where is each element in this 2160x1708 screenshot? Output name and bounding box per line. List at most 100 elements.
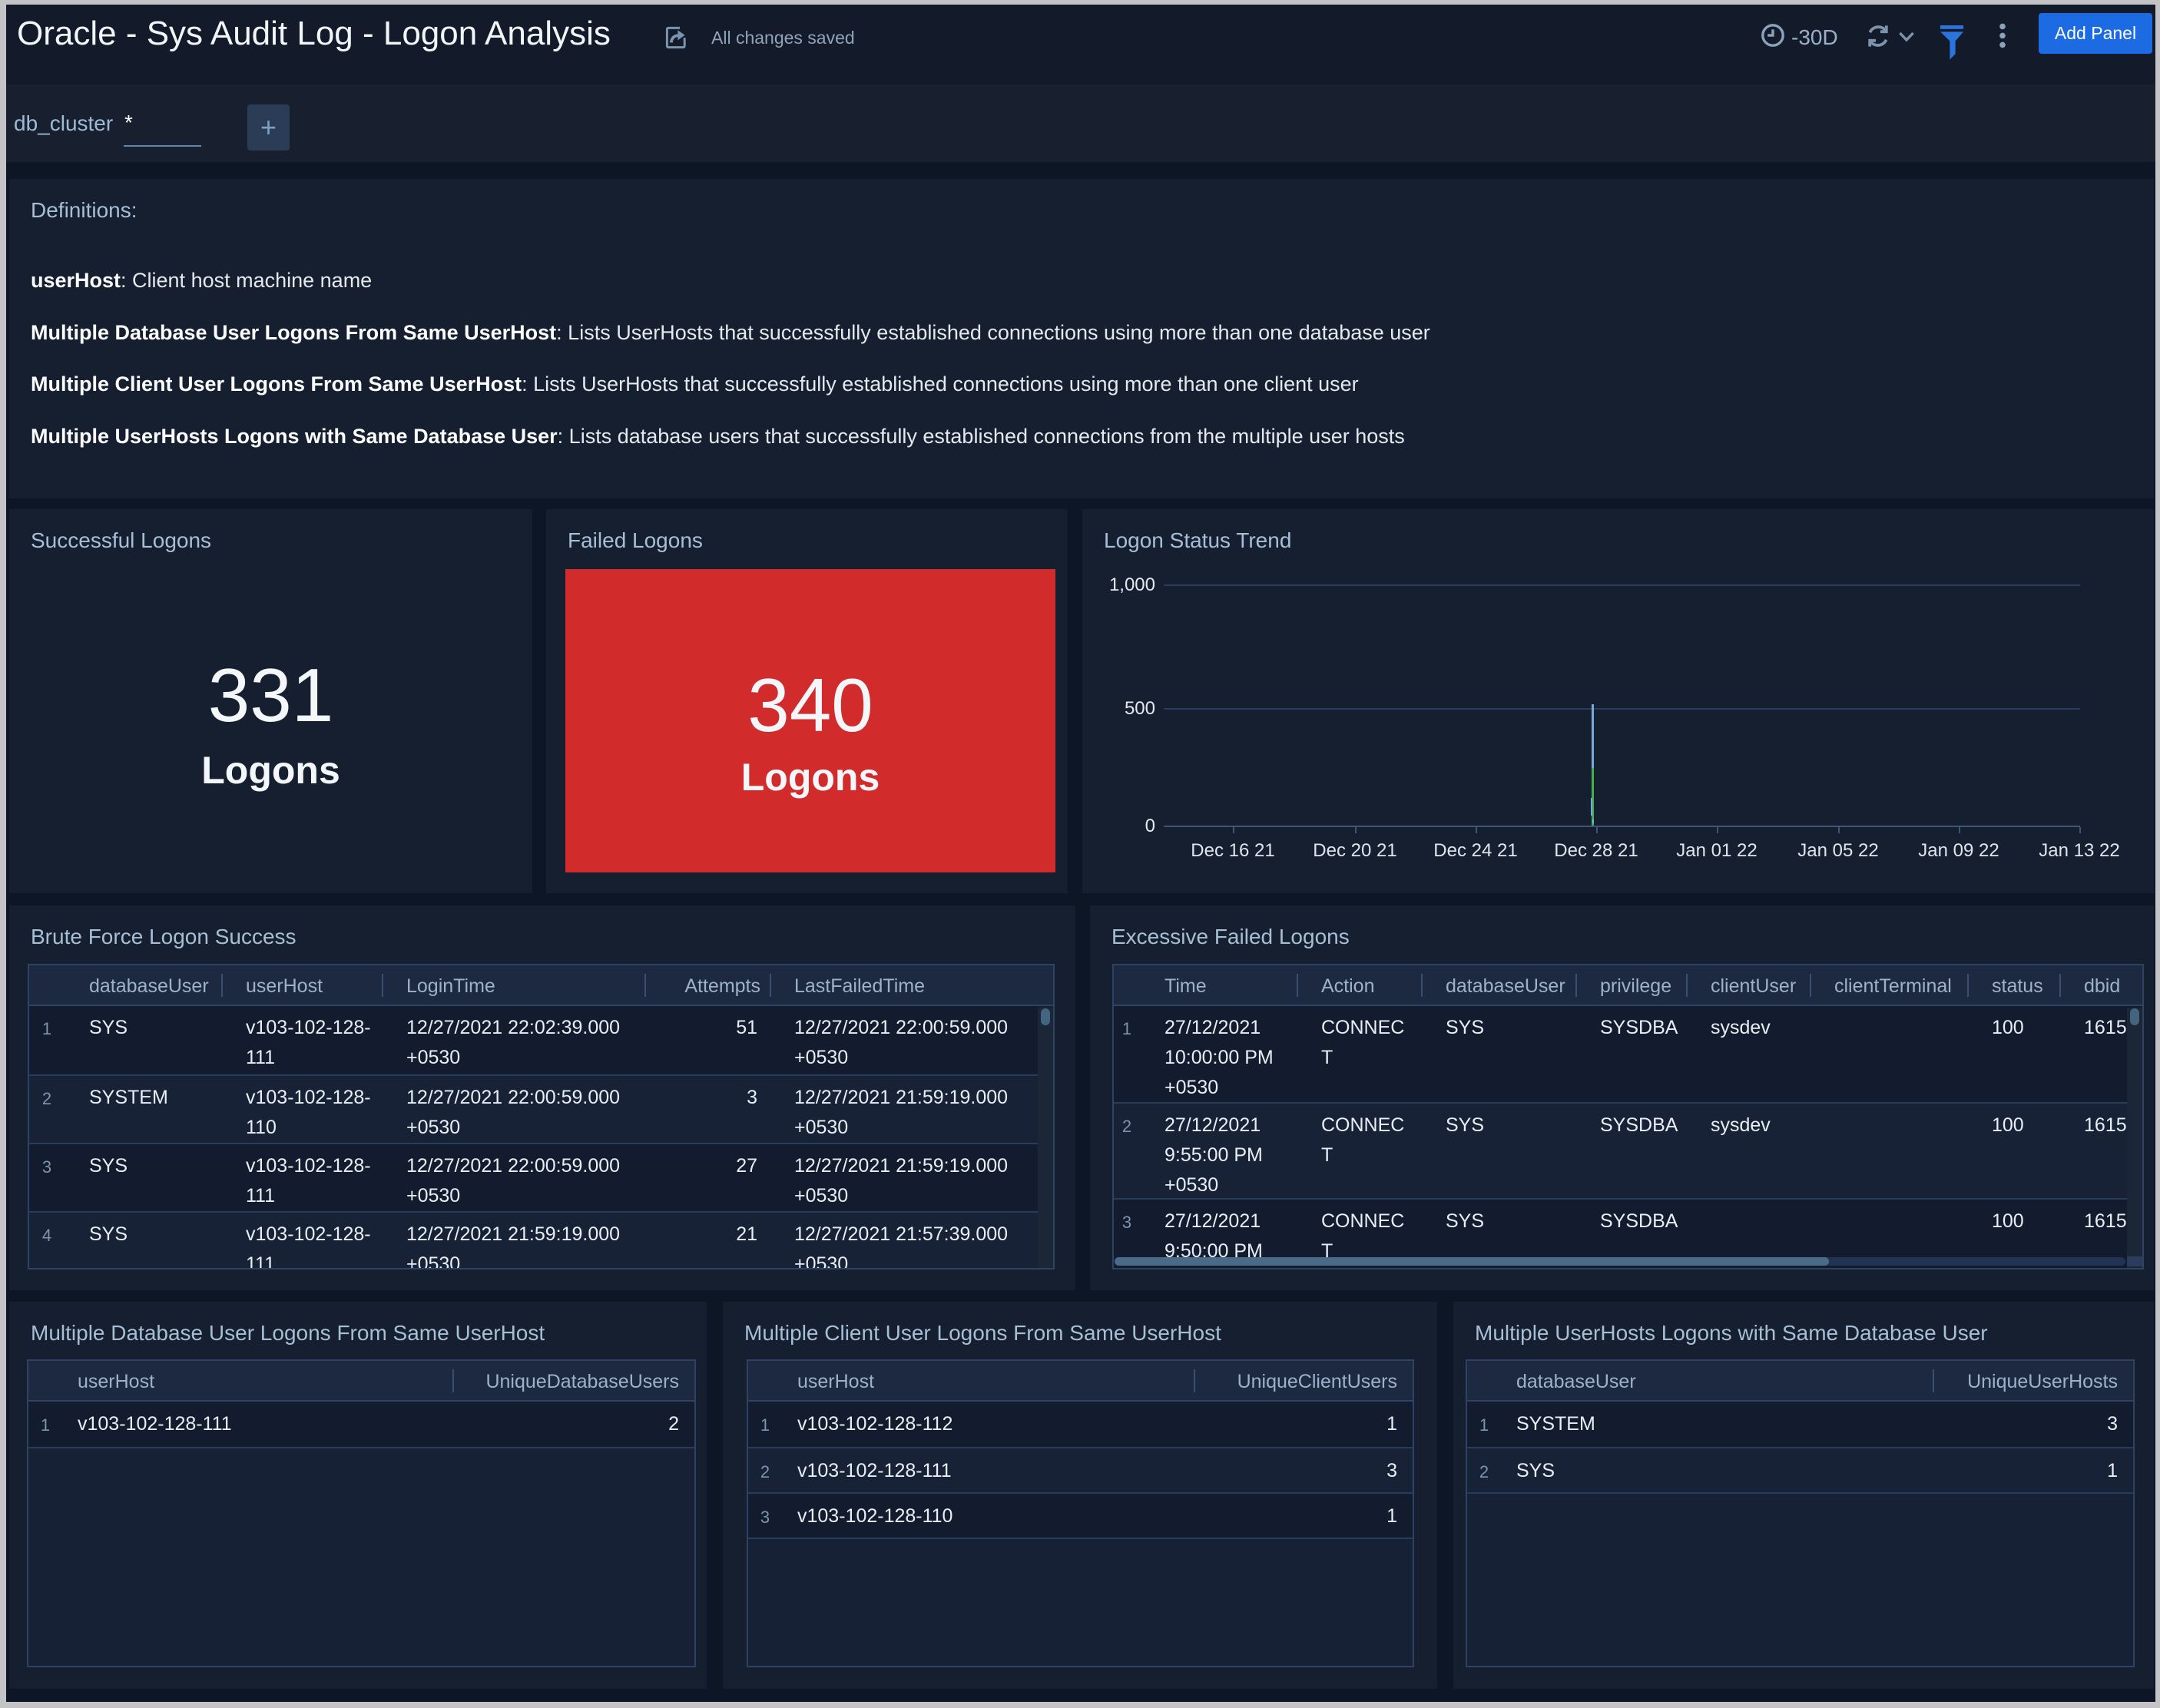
column-header[interactable]: userHost: [782, 1361, 1194, 1400]
column-header[interactable]: UniqueDatabaseUsers: [452, 1361, 694, 1400]
add-filter-button[interactable]: +: [247, 104, 290, 151]
filter-value-input[interactable]: [124, 145, 201, 147]
panel-logon-status-trend: Logon Status Trend 1,000 500 0 Dec 16 21…: [1082, 509, 2154, 893]
x-axis-label: Dec 16 21: [1191, 841, 1274, 861]
x-axis-label: Jan 09 22: [1918, 841, 1999, 861]
column-header[interactable]: LastFailedTime: [770, 965, 1053, 1005]
kebab-menu-icon[interactable]: [1998, 23, 2007, 49]
column-header[interactable]: dbid: [2059, 965, 2144, 1005]
row-index-cell: 1: [1467, 1402, 1501, 1447]
table-cell: 2: [452, 1402, 694, 1447]
row-index-cell: 1: [29, 1006, 65, 1074]
successful-logons-unit: Logons: [9, 750, 532, 790]
panel-title: Successful Logons: [31, 525, 211, 556]
column-header[interactable]: privilege: [1575, 965, 1686, 1005]
filter-icon[interactable]: [1940, 25, 1964, 61]
panel-definitions: Definitions: userHost: Client host machi…: [9, 179, 2154, 498]
column-header[interactable]: Time: [1140, 965, 1297, 1005]
table-row: 1 SYSTEM 3: [1467, 1402, 2133, 1447]
table-row: 3 v103-102-128-110 1: [748, 1492, 1413, 1538]
column-header[interactable]: userHost: [62, 1361, 452, 1400]
definition-desc: : Client host machine name: [121, 269, 372, 292]
table-cell: v103-102-128-111: [221, 1144, 382, 1211]
panel-title: Brute Force Logon Success: [31, 922, 297, 952]
x-tick: [1596, 827, 1598, 833]
table-cell: v103-102-128-110: [782, 1494, 1194, 1538]
column-header[interactable]: databaseUser: [1501, 1361, 1933, 1400]
share-icon[interactable]: [664, 25, 688, 51]
time-range-value[interactable]: -30D: [1791, 27, 1838, 48]
x-axis-label: Dec 24 21: [1433, 841, 1517, 861]
table-cell: 12/27/2021 22:00:59.000 +0530: [382, 1144, 644, 1211]
table-cell: 3: [644, 1076, 770, 1143]
chevron-down-icon[interactable]: [1898, 31, 1915, 43]
definition-desc: : Lists UserHosts that successfully esta…: [556, 321, 1430, 344]
row-index-cell: 3: [29, 1144, 65, 1211]
panel-excessive-failed: Excessive Failed Logons Time Action data…: [1090, 905, 2154, 1290]
failed-logons-alert-box: 340 Logons: [565, 569, 1055, 872]
column-header[interactable]: userHost: [221, 965, 382, 1005]
definition-term: Multiple Database User Logons From Same …: [31, 321, 556, 344]
column-header[interactable]: status: [1967, 965, 2059, 1005]
definition-desc: : Lists UserHosts that successfully esta…: [522, 372, 1359, 396]
table-cell: 12/27/2021 22:02:39.000 +0530: [382, 1006, 644, 1074]
column-header[interactable]: clientUser: [1686, 965, 1810, 1005]
definitions-title: Definitions:: [31, 195, 137, 226]
bar-failed-tiny: [1592, 819, 1594, 823]
table-empty-area: [1467, 1492, 2133, 1667]
column-header[interactable]: UniqueClientUsers: [1194, 1361, 1413, 1400]
x-axis-label: Dec 20 21: [1313, 841, 1396, 861]
table-header: userHost UniqueDatabaseUsers: [28, 1361, 694, 1402]
column-header[interactable]: databaseUser: [1421, 965, 1575, 1005]
definition-line: Multiple UserHosts Logons with Same Data…: [31, 421, 1405, 452]
table-row: 1 v103-102-128-112 1: [748, 1402, 1413, 1447]
table-cell: CONNECT: [1297, 1104, 1421, 1198]
row-index-cell: 4: [29, 1213, 65, 1269]
table-cell: CONNECT: [1297, 1006, 1421, 1102]
top-bar: Oracle - Sys Audit Log - Logon Analysis …: [6, 5, 2155, 84]
table-row: 1 v103-102-128-111 2: [28, 1402, 694, 1447]
definition-line: userHost: Client host machine name: [31, 265, 372, 296]
table-cell: [1810, 1104, 1967, 1198]
table-cell: 27: [644, 1144, 770, 1211]
table-header: databaseUser userHost LoginTime Attempts…: [29, 965, 1053, 1006]
table-cell: SYS: [65, 1006, 221, 1074]
column-header[interactable]: Action: [1297, 965, 1421, 1005]
column-header[interactable]: Attempts: [644, 965, 770, 1005]
table-row: 2 v103-102-128-111 3: [748, 1447, 1413, 1492]
table-row: 3 SYS v103-102-128-111 12/27/2021 22:00:…: [29, 1143, 1039, 1211]
table-cell: SYS: [1421, 1104, 1575, 1198]
column-header[interactable]: databaseUser: [65, 965, 221, 1005]
clock-icon[interactable]: [1761, 23, 1785, 48]
table-row: 4 SYS v103-102-128-111 12/27/2021 21:59:…: [29, 1211, 1039, 1269]
vertical-scrollbar-thumb[interactable]: [1041, 1008, 1050, 1025]
table-cell: 51: [644, 1006, 770, 1074]
panel-multi-client-user: Multiple Client User Logons From Same Us…: [723, 1302, 1437, 1689]
table-cell: v103-102-128-112: [782, 1402, 1194, 1447]
column-header[interactable]: UniqueUserHosts: [1933, 1361, 2133, 1400]
panel-title: Failed Logons: [568, 525, 703, 556]
x-tick: [2079, 827, 2081, 833]
definition-term: Multiple Client User Logons From Same Us…: [31, 372, 522, 396]
table-cell: [1810, 1006, 1967, 1102]
bar-success-spike: [1592, 768, 1594, 826]
table-cell: 12/27/2021 22:00:59.000 +0530: [770, 1006, 1039, 1074]
add-panel-button[interactable]: Add Panel: [2039, 13, 2152, 54]
column-header-index: [29, 965, 65, 1005]
column-header[interactable]: clientTerminal: [1810, 965, 1967, 1005]
table-cell: 12/27/2021 22:00:59.000 +0530: [382, 1076, 644, 1143]
table-cell: 100: [1967, 1104, 2059, 1198]
table-cell: 12/27/2021 21:57:39.000 +0530: [770, 1213, 1039, 1269]
column-header[interactable]: LoginTime: [382, 965, 644, 1005]
table-cell: 1: [1933, 1448, 2133, 1492]
column-header-index: [1467, 1361, 1501, 1400]
failed-logons-value: 340: [565, 667, 1055, 743]
horizontal-scrollbar-thumb[interactable]: [1115, 1257, 1829, 1266]
gridline-500: [1164, 708, 2080, 710]
row-index-cell: 3: [748, 1494, 782, 1538]
refresh-icon[interactable]: [1865, 23, 1891, 49]
column-header-index: [28, 1361, 62, 1400]
vertical-scrollbar-thumb[interactable]: [2130, 1008, 2139, 1025]
excessive-failed-table: Time Action databaseUser privilege clien…: [1112, 964, 2144, 1269]
table-cell: 3: [1194, 1448, 1413, 1492]
